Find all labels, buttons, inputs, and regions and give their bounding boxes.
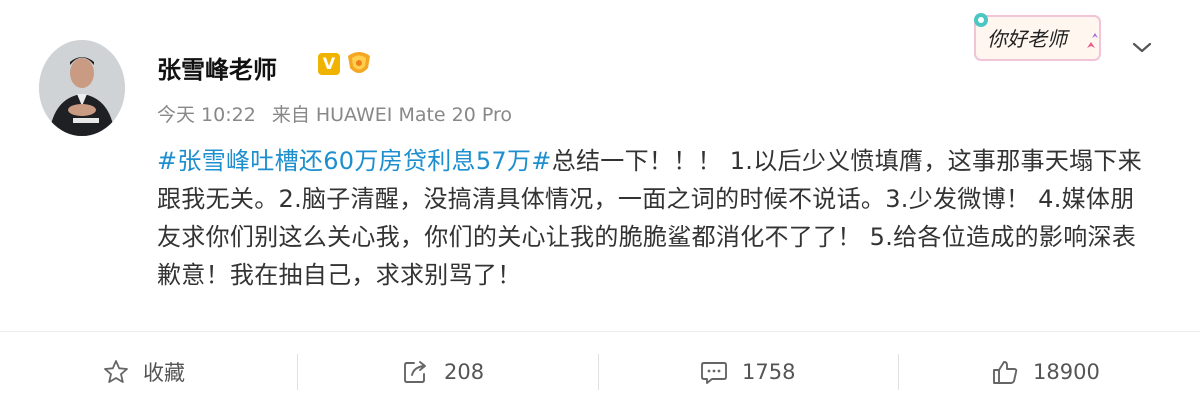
divider [898,354,899,390]
post-content: #张雪峰吐槽还60万房贷利息57万#总结一下！！！ 1.以后少义愤填膺，这事那事… [157,142,1157,294]
post-time[interactable]: 今天 10:22 [157,104,256,126]
favorite-button[interactable]: 收藏 [103,332,185,411]
star-icon [103,359,129,385]
sticker-text: 你好老师 [987,27,1070,51]
source-prefix: 来自 [271,104,310,126]
favorite-label: 收藏 [143,360,185,385]
thumbs-up-icon [991,359,1019,385]
repost-count: 208 [444,359,485,384]
action-bar: 收藏 208 1758 18900 [0,331,1200,411]
post-meta: 今天 10:22 来自 HUAWEI Mate 20 Pro [157,100,512,127]
hashtag-link[interactable]: #张雪峰吐槽还60万房贷利息57万# [157,147,552,175]
like-button[interactable]: 18900 [991,332,1100,411]
divider [598,354,599,390]
avatar[interactable] [39,40,125,136]
comment-button[interactable]: 1758 [700,332,795,411]
weibo-post-card: 张雪峰老师 V 今天 10:22 来自 HUAWEI Mate 20 Pro #张… [0,0,1200,331]
username[interactable]: 张雪峰老师 [157,50,277,85]
repost-button[interactable]: 208 [402,332,484,411]
post-device[interactable]: HUAWEI Mate 20 Pro [316,104,512,126]
comment-icon [700,359,728,385]
verified-badge: V [318,53,340,75]
like-count: 18900 [1033,359,1100,384]
medal-icon [344,50,374,78]
avatar-image [39,40,125,136]
repost-icon [402,359,430,385]
divider [297,354,298,390]
chevron-down-icon[interactable] [1130,37,1154,57]
hello-teacher-sticker: 你好老师 [967,8,1107,68]
comment-count: 1758 [742,359,796,384]
